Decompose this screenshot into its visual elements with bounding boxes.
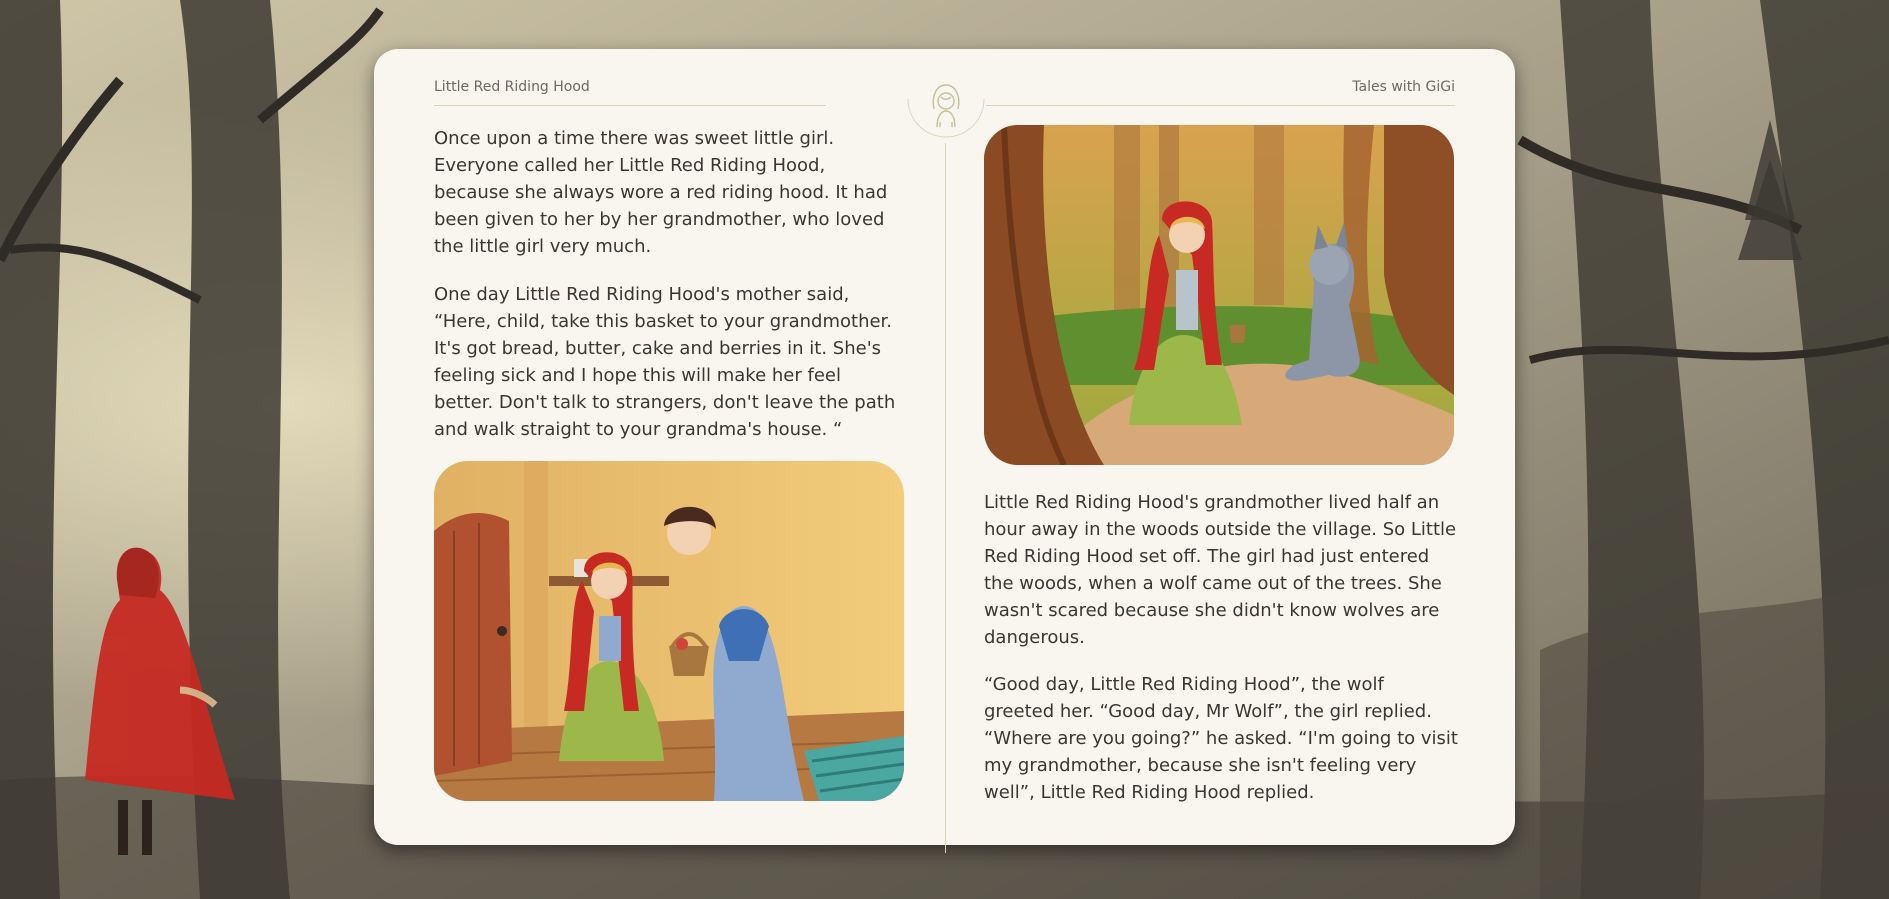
storybook-spread: Little Red Riding Hood Tales with GiGi O… xyxy=(374,49,1515,853)
series-title: Tales with GiGi xyxy=(1352,79,1455,95)
book-title: Little Red Riding Hood xyxy=(434,79,590,95)
right-page-paragraph-2: “Good day, Little Red Riding Hood”, the … xyxy=(984,674,1458,803)
girl-portrait-icon xyxy=(907,67,985,145)
left-page-paragraph-1: Once upon a time there was sweet little … xyxy=(434,128,888,257)
page-divider xyxy=(945,143,946,853)
right-page-paragraph-1: Little Red Riding Hood's grandmother liv… xyxy=(984,492,1457,648)
header-rule-right xyxy=(986,105,1455,106)
left-page-paragraph-2: One day Little Red Riding Hood's mother … xyxy=(434,284,896,440)
header-rule-left xyxy=(434,105,826,106)
illustration-mother-and-girl xyxy=(434,461,904,801)
illustration-girl-meets-wolf xyxy=(984,125,1454,465)
